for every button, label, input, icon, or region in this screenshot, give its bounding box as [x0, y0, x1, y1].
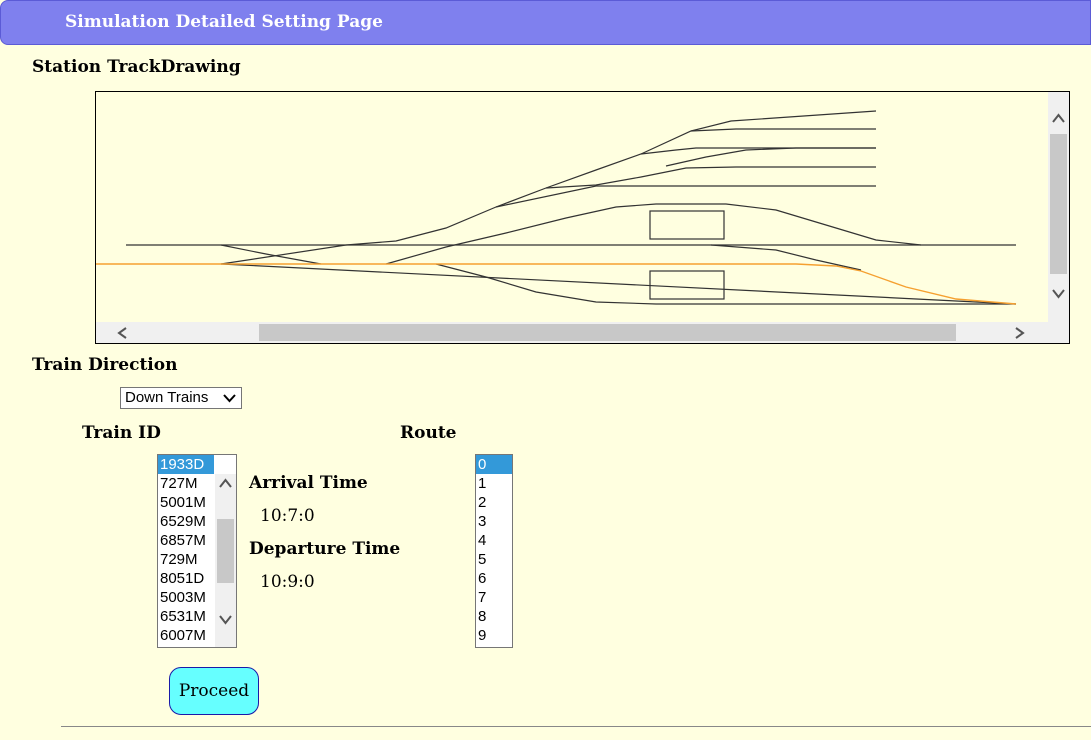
- chevron-down-icon[interactable]: [1051, 288, 1066, 300]
- route-option[interactable]: 1: [476, 474, 512, 493]
- train-direction-select[interactable]: Down Trains: [120, 387, 242, 409]
- dropdown-arrow-icon: [223, 394, 236, 403]
- route-option[interactable]: 9: [476, 626, 512, 645]
- train-direction-label: Train Direction: [32, 355, 178, 375]
- drawing-vertical-scroll-thumb[interactable]: [1050, 134, 1067, 274]
- track-drawing-label: Station TrackDrawing: [32, 57, 241, 77]
- page-header: Simulation Detailed Setting Page: [0, 0, 1091, 45]
- proceed-button[interactable]: Proceed: [169, 667, 259, 715]
- chevron-up-icon[interactable]: [218, 477, 233, 489]
- route-option[interactable]: 8: [476, 607, 512, 626]
- route-option[interactable]: 2: [476, 493, 512, 512]
- departure-time-value: 10:9:0: [260, 572, 315, 592]
- route-option[interactable]: 0: [476, 455, 512, 474]
- drawing-horizontal-scrollbar[interactable]: [96, 322, 1048, 343]
- route-option[interactable]: 5: [476, 550, 512, 569]
- page-title: Simulation Detailed Setting Page: [65, 12, 383, 32]
- train-direction-selected-value: Down Trains: [125, 389, 209, 406]
- route-option[interactable]: 7: [476, 588, 512, 607]
- train-id-scrollbar[interactable]: [215, 474, 236, 647]
- departure-time-label: Departure Time: [249, 539, 401, 559]
- train-id-listbox[interactable]: 1933D 727M 5001M 6529M 6857M 729M 8051D …: [157, 454, 237, 648]
- train-id-label: Train ID: [82, 423, 161, 443]
- arrival-time-value: 10:7:0: [260, 506, 315, 526]
- highlighted-route: [96, 263, 1017, 305]
- route-listbox[interactable]: 0 1 2 3 4 5 6 7 8 9: [475, 454, 513, 648]
- track-diagram: [96, 110, 1017, 305]
- platform-lower: [649, 270, 725, 300]
- arrival-time-label: Arrival Time: [249, 473, 368, 493]
- platform-upper: [649, 210, 725, 240]
- route-option[interactable]: 6: [476, 569, 512, 588]
- train-id-option[interactable]: 1933D: [158, 455, 214, 474]
- route-option[interactable]: 3: [476, 512, 512, 531]
- route-label: Route: [400, 423, 457, 443]
- train-id-scroll-thumb[interactable]: [217, 519, 234, 583]
- route-option[interactable]: 4: [476, 531, 512, 550]
- track-drawing-panel[interactable]: [95, 91, 1070, 344]
- chevron-up-icon[interactable]: [1051, 112, 1066, 124]
- drawing-vertical-scrollbar[interactable]: [1048, 92, 1069, 322]
- drawing-horizontal-scroll-thumb[interactable]: [259, 324, 956, 341]
- chevron-down-icon[interactable]: [218, 614, 233, 626]
- chevron-left-icon[interactable]: [116, 326, 128, 340]
- scrollbar-corner: [1048, 322, 1069, 343]
- bottom-divider: [61, 726, 1091, 727]
- chevron-right-icon[interactable]: [1014, 326, 1026, 340]
